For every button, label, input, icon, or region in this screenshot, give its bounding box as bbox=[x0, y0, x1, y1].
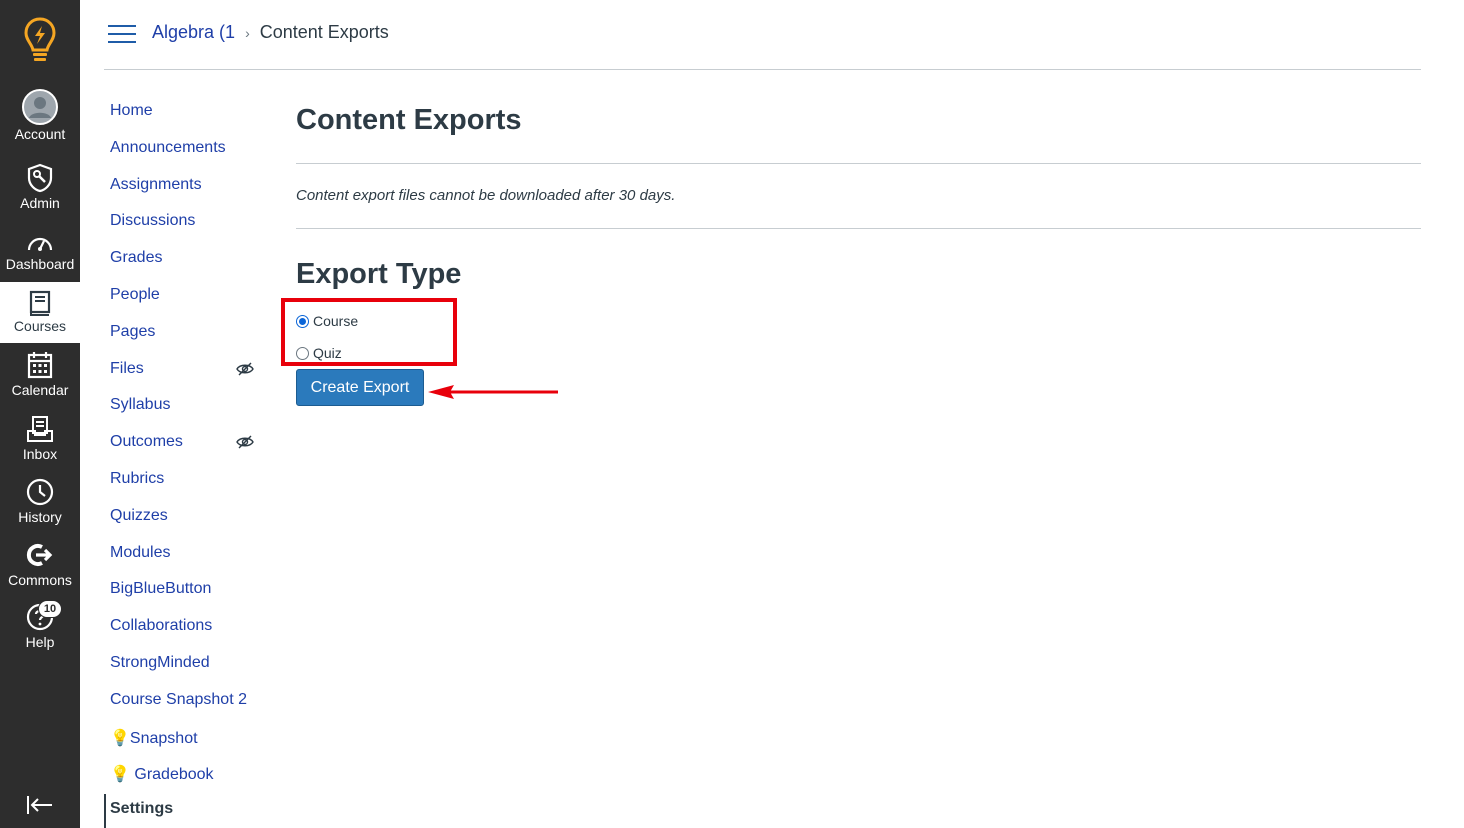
nav-history-label: History bbox=[18, 509, 62, 525]
notice-divider bbox=[296, 228, 1421, 229]
clock-icon bbox=[20, 475, 60, 509]
course-menu-toggle-icon[interactable] bbox=[108, 25, 136, 45]
nav-calendar-label: Calendar bbox=[11, 382, 69, 398]
export-type-heading: Export Type bbox=[296, 258, 462, 290]
course-nav-settings[interactable]: Settings bbox=[110, 800, 260, 818]
course-radio[interactable] bbox=[296, 314, 309, 328]
nav-account-label: Account bbox=[14, 126, 66, 142]
breadcrumb-course-link[interactable]: Algebra (1 bbox=[152, 22, 235, 43]
nav-account[interactable]: Account bbox=[0, 88, 80, 142]
canvas-logo-icon[interactable] bbox=[0, 0, 80, 80]
book-icon bbox=[20, 288, 60, 318]
eye-slash-icon bbox=[236, 362, 254, 381]
course-nav-discussions[interactable]: Discussions bbox=[110, 212, 260, 230]
commons-icon bbox=[20, 538, 60, 572]
course-nav-grades[interactable]: Grades bbox=[110, 249, 260, 267]
export-type-course-option[interactable]: Course bbox=[296, 313, 358, 329]
course-nav-files-label: Files bbox=[110, 360, 144, 377]
course-nav-outcomes[interactable]: Outcomes bbox=[110, 433, 260, 451]
course-nav-files[interactable]: Files bbox=[110, 360, 260, 378]
nav-admin[interactable]: Admin bbox=[0, 161, 80, 211]
course-nav-people[interactable]: People bbox=[110, 286, 260, 304]
header-divider bbox=[104, 69, 1421, 70]
course-nav-strongminded[interactable]: StrongMinded bbox=[110, 654, 260, 672]
avatar-icon bbox=[20, 88, 60, 126]
course-nav-gradebook-label: Gradebook bbox=[134, 766, 214, 783]
course-nav-pages[interactable]: Pages bbox=[110, 323, 260, 341]
nav-inbox[interactable]: Inbox bbox=[0, 412, 80, 462]
eye-slash-icon bbox=[236, 435, 254, 454]
course-nav-rubrics[interactable]: Rubrics bbox=[110, 470, 260, 488]
course-nav-syllabus[interactable]: Syllabus bbox=[110, 396, 260, 414]
course-nav-collaborations[interactable]: Collaborations bbox=[110, 617, 260, 635]
lightbulb-icon: 💡 bbox=[110, 730, 130, 747]
course-nav-snapshot[interactable]: 💡Snapshot bbox=[110, 728, 260, 748]
title-divider bbox=[296, 163, 1421, 164]
nav-commons[interactable]: Commons bbox=[0, 538, 80, 588]
calendar-icon bbox=[20, 348, 60, 382]
quiz-radio[interactable] bbox=[296, 346, 309, 360]
nav-commons-label: Commons bbox=[8, 572, 72, 588]
global-nav: Account Admin Dashboard Courses Calendar… bbox=[0, 0, 80, 828]
course-nav-announcements[interactable]: Announcements bbox=[110, 139, 260, 157]
create-export-button[interactable]: Create Export bbox=[296, 369, 424, 406]
help-badge: 10 bbox=[38, 600, 62, 618]
course-radio-label: Course bbox=[313, 313, 359, 329]
gauge-icon bbox=[20, 228, 60, 256]
quiz-radio-label: Quiz bbox=[313, 345, 342, 361]
nav-courses-label: Courses bbox=[13, 318, 67, 334]
course-nav-gradebook[interactable]: 💡 Gradebook bbox=[110, 764, 260, 784]
inbox-icon bbox=[20, 412, 60, 446]
course-nav-home[interactable]: Home bbox=[110, 102, 260, 120]
nav-history[interactable]: History bbox=[0, 475, 80, 525]
nav-help-label: Help bbox=[25, 634, 55, 650]
breadcrumb-separator: › bbox=[245, 24, 250, 41]
nav-admin-label: Admin bbox=[20, 195, 60, 211]
breadcrumb: Algebra (1 › Content Exports bbox=[152, 22, 389, 43]
course-nav-modules[interactable]: Modules bbox=[110, 544, 260, 562]
course-nav-outcomes-label: Outcomes bbox=[110, 433, 183, 450]
shield-wrench-icon bbox=[20, 161, 60, 195]
course-nav-bigbluebutton[interactable]: BigBlueButton bbox=[110, 580, 260, 598]
export-notice: Content export files cannot be downloade… bbox=[296, 187, 676, 204]
collapse-nav-icon[interactable] bbox=[22, 790, 58, 820]
course-nav-snapshot-label: Snapshot bbox=[129, 730, 198, 747]
nav-courses[interactable]: Courses bbox=[0, 282, 80, 343]
course-nav-assignments[interactable]: Assignments bbox=[110, 176, 260, 194]
breadcrumb-current: Content Exports bbox=[259, 22, 389, 42]
nav-calendar[interactable]: Calendar bbox=[0, 348, 80, 398]
course-nav-course-snapshot-2[interactable]: Course Snapshot 2 bbox=[110, 691, 260, 709]
lightbulb-icon: 💡 bbox=[110, 766, 135, 783]
page-title: Content Exports bbox=[296, 104, 522, 136]
course-nav-quizzes[interactable]: Quizzes bbox=[110, 507, 260, 525]
nav-inbox-label: Inbox bbox=[22, 446, 58, 462]
annotation-arrow-icon bbox=[428, 385, 558, 399]
nav-dashboard-label: Dashboard bbox=[5, 256, 75, 272]
nav-help[interactable]: 10 Help bbox=[0, 600, 80, 650]
nav-dashboard[interactable]: Dashboard bbox=[0, 228, 80, 272]
course-nav-active-indicator bbox=[104, 794, 106, 828]
export-type-quiz-option[interactable]: Quiz bbox=[296, 345, 342, 361]
